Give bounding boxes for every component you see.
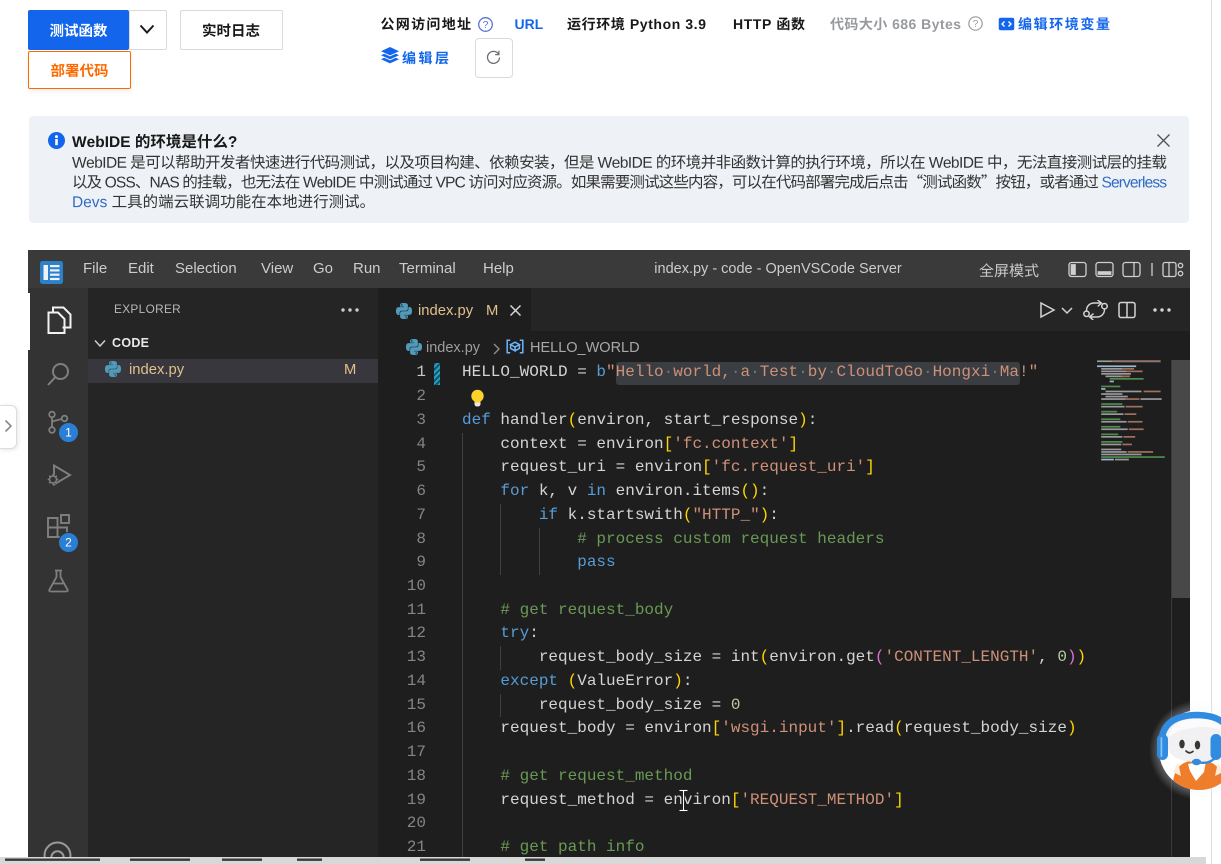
svg-text:?: ? [482,19,488,31]
svg-text:?: ? [973,19,979,30]
svg-text:1: 1 [65,425,72,439]
svg-text:2: 2 [65,535,72,549]
